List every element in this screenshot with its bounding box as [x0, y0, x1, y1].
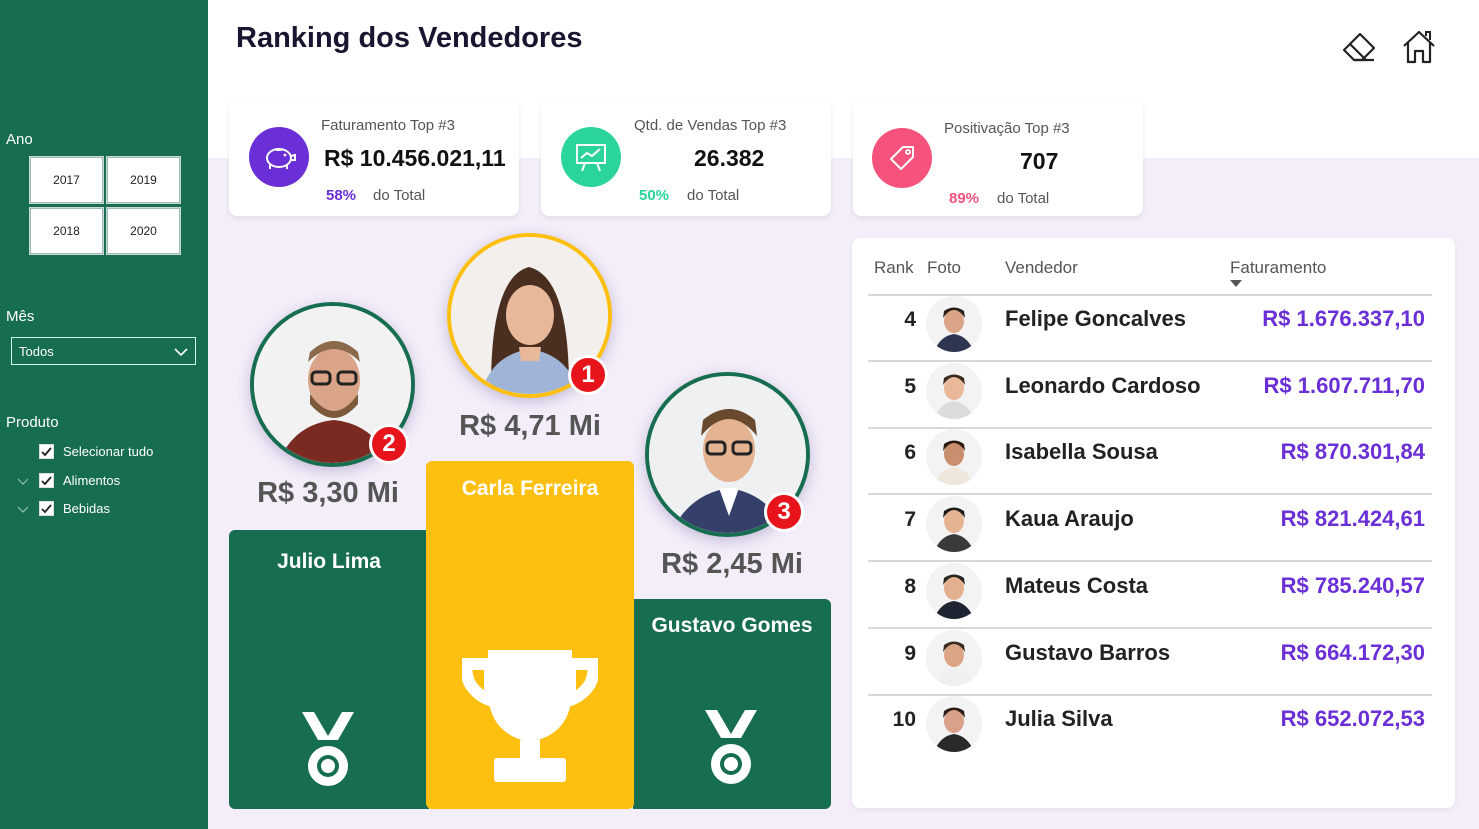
column-header-photo[interactable]: Foto: [927, 258, 961, 278]
kpi-card-revenue: Faturamento Top #3 R$ 10.456.021,11 58% …: [229, 99, 519, 216]
year-button-2018[interactable]: 2018: [30, 208, 103, 254]
checkbox-checked-icon: [39, 473, 54, 488]
seller-revenue: R$ 1.676.337,10: [1262, 306, 1425, 331]
piggy-bank-icon: [249, 127, 309, 187]
seller-name: Felipe Goncalves: [1005, 306, 1186, 331]
rank-badge-second: 2: [369, 424, 409, 464]
price-tag-icon: [872, 128, 932, 188]
kpi-total-label: do Total: [997, 190, 1050, 207]
product-option-bebidas[interactable]: Bebidas: [39, 501, 110, 516]
checkbox-checked-icon: [39, 501, 54, 516]
row-rank: 10: [892, 708, 916, 732]
row-rank: 7: [904, 508, 916, 532]
month-dropdown-value: Todos: [19, 343, 54, 359]
seller-revenue: R$ 1.607.711,70: [1263, 372, 1425, 398]
row-divider: [868, 360, 1432, 362]
chevron-down-icon: [174, 348, 188, 357]
rank-badge-third: 3: [764, 492, 804, 532]
kpi-total-label: do Total: [687, 187, 740, 204]
first-place-value: R$ 4,71 Mi: [459, 410, 601, 442]
seller-name: Gustavo Barros: [1005, 639, 1171, 665]
first-place-name: Carla Ferreira: [461, 477, 599, 500]
kpi-value: R$ 10.456.021,11: [324, 145, 506, 171]
row-rank: 9: [904, 641, 916, 665]
year-filter-label: Ano: [6, 131, 33, 148]
kpi-percentage: 58%: [326, 187, 357, 204]
expand-chevron-icon[interactable]: [17, 477, 29, 487]
seller-revenue: R$ 870.301,84: [1280, 439, 1425, 465]
medal-icon: [705, 710, 757, 784]
month-dropdown[interactable]: Todos: [11, 337, 196, 365]
row-divider: [868, 493, 1432, 496]
kpi-card-positivation: Positivação Top #3 707 89% do Total: [853, 99, 1143, 216]
row-divider: [868, 426, 1432, 429]
filter-sidebar: Ano 2017 2019 2018 2020 Mês Todos Produt…: [0, 0, 208, 829]
column-header-rank[interactable]: Rank: [874, 258, 914, 278]
seller-name: Leonardo Cardoso: [1005, 372, 1201, 398]
year-button-2017[interactable]: 2017: [30, 157, 103, 203]
second-place-name: Julio Lima: [277, 550, 381, 573]
kpi-value: 707: [1020, 148, 1059, 174]
row-divider: [868, 560, 1432, 563]
seller-avatar: [926, 696, 982, 753]
seller-name: Kaua Araujo: [1005, 506, 1134, 532]
eraser-icon[interactable]: [1340, 28, 1378, 66]
row-rank: 8: [904, 574, 916, 598]
seller-revenue: R$ 652.072,53: [1280, 706, 1425, 732]
kpi-label: Faturamento Top #3: [321, 117, 455, 134]
row-divider: [868, 693, 1432, 696]
seller-name: Julia Silva: [1005, 706, 1113, 732]
seller-avatar: [926, 562, 982, 619]
seller-revenue: R$ 785.240,57: [1280, 572, 1425, 598]
seller-avatar: [926, 296, 982, 352]
seller-revenue: R$ 821.424,61: [1280, 506, 1425, 532]
product-option-label: Alimentos: [63, 473, 121, 488]
product-option-label: Selecionar tudo: [63, 444, 154, 459]
third-place-value: R$ 2,45 Mi: [661, 548, 803, 580]
sort-descending-icon[interactable]: [1230, 280, 1242, 288]
third-place-name: Gustavo Gomes: [651, 614, 813, 637]
seller-avatar: [926, 362, 982, 419]
month-filter-label: Mês: [6, 308, 35, 325]
medal-icon: [302, 712, 354, 786]
row-rank: 6: [904, 441, 916, 465]
product-filter-label: Produto: [6, 414, 59, 431]
row-rank: 5: [904, 374, 916, 398]
seller-name: Isabella Sousa: [1005, 439, 1158, 465]
row-divider: [868, 626, 1432, 629]
kpi-value: 26.382: [694, 145, 765, 171]
row-rank: 4: [904, 308, 916, 331]
kpi-percentage: 89%: [949, 190, 980, 207]
seller-name: Mateus Costa: [1005, 572, 1149, 598]
product-option-label: Bebidas: [63, 501, 110, 516]
home-icon[interactable]: [1400, 28, 1438, 66]
seller-revenue: R$ 664.172,30: [1280, 639, 1425, 665]
kpi-total-label: do Total: [373, 187, 426, 204]
year-button-2019[interactable]: 2019: [107, 157, 180, 203]
column-header-revenue[interactable]: Faturamento: [1230, 258, 1326, 278]
trophy-icon: [462, 650, 598, 782]
expand-chevron-icon[interactable]: [17, 505, 29, 515]
seller-avatar: [926, 496, 982, 553]
seller-avatar: [926, 429, 982, 486]
kpi-percentage: 50%: [639, 187, 670, 204]
column-header-seller[interactable]: Vendedor: [1005, 258, 1078, 278]
checkbox-checked-icon: [39, 444, 54, 459]
page-title: Ranking dos Vendedores: [236, 22, 583, 54]
product-option-alimentos[interactable]: Alimentos: [39, 473, 120, 488]
kpi-card-sales-qty: Qtd. de Vendas Top #3 26.382 50% do Tota…: [541, 99, 831, 216]
second-place-value: R$ 3,30 Mi: [257, 477, 399, 509]
presentation-chart-icon: [561, 127, 621, 187]
rank-badge-first: 1: [568, 355, 608, 395]
year-button-2020[interactable]: 2020: [107, 208, 180, 254]
product-option-select-all[interactable]: Selecionar tudo: [39, 444, 153, 459]
kpi-label: Positivação Top #3: [944, 120, 1070, 137]
seller-avatar: [926, 629, 982, 686]
kpi-label: Qtd. de Vendas Top #3: [634, 117, 787, 134]
